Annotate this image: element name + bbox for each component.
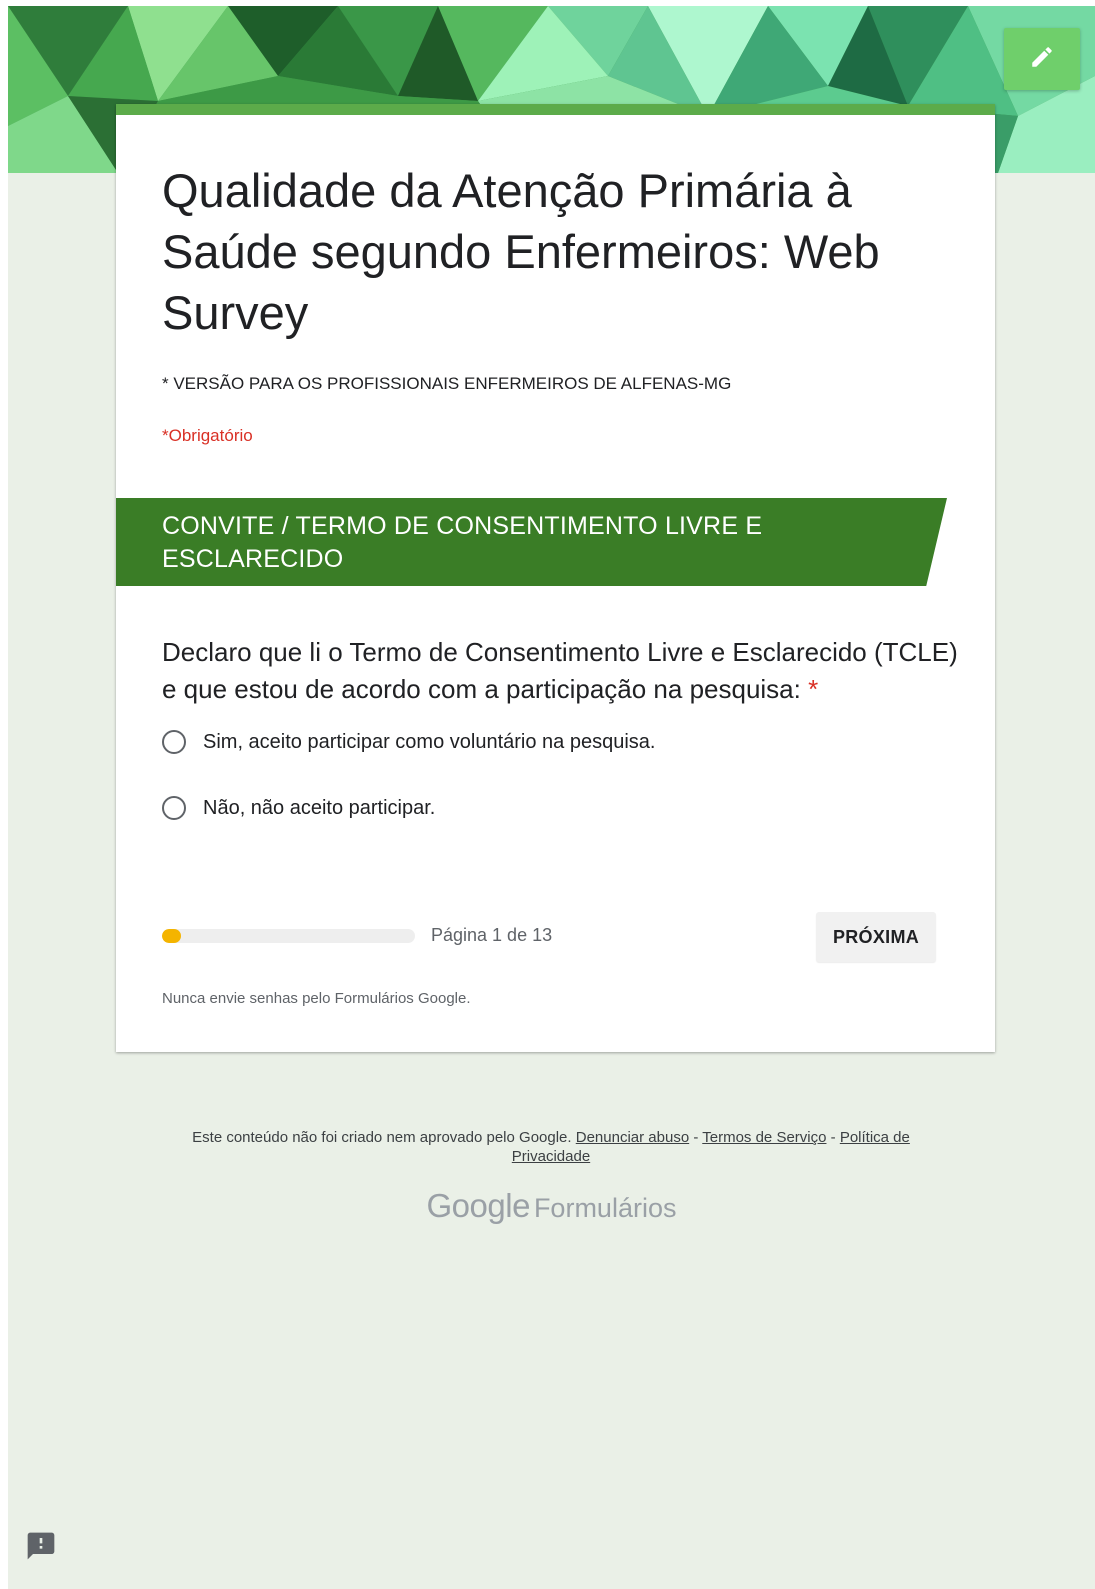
form-card: Qualidade da Atenção Primária à Saúde se…: [116, 104, 995, 1052]
form-title: Qualidade da Atenção Primária à Saúde se…: [162, 164, 880, 339]
brand-forms: Formulários: [533, 1193, 677, 1223]
progress-bar: [162, 929, 415, 943]
form-accent-bar: [116, 104, 995, 115]
option-label: Não, não aceito participar.: [203, 796, 436, 819]
disclaimer-text: Este conteúdo não foi criado nem aprovad…: [192, 1129, 572, 1146]
section-header: CONVITE / TERMO DE CONSENTIMENTO LIVRE E…: [116, 498, 947, 586]
footer-disclaimer: Este conteúdo não foi criado nem aprovad…: [156, 1128, 946, 1166]
password-warning: Nunca envie senhas pelo Formulários Goog…: [162, 990, 471, 1007]
required-note: *Obrigatório: [162, 426, 253, 445]
next-button[interactable]: PRÓXIMA: [816, 912, 936, 962]
required-asterisk: *: [808, 674, 819, 704]
brand-google: Google: [426, 1187, 531, 1224]
radio-button[interactable]: [162, 730, 186, 754]
separator: -: [830, 1129, 836, 1146]
progress-bar-fill: [162, 929, 182, 943]
feedback-button[interactable]: [25, 1530, 57, 1562]
page-background: Qualidade da Atenção Primária à Saúde se…: [8, 6, 1095, 1589]
radio-option-no[interactable]: Não, não aceito participar.: [162, 796, 435, 820]
terms-of-service-link[interactable]: Termos de Serviço: [702, 1129, 826, 1146]
google-forms-logo[interactable]: Google Formulários: [8, 1187, 1095, 1225]
separator: -: [693, 1129, 699, 1146]
progress-text: Página 1 de 13: [431, 925, 553, 945]
radio-option-yes[interactable]: Sim, aceito participar como voluntário n…: [162, 730, 655, 754]
form-description: * VERSÃO PARA OS PROFISSIONAIS ENFERMEIR…: [162, 374, 732, 393]
question-text: Declaro que li o Termo de Consentimento …: [162, 637, 958, 704]
pencil-icon: [1029, 44, 1055, 75]
edit-form-button[interactable]: [1004, 28, 1080, 90]
feedback-icon: [25, 1532, 57, 1566]
section-title: CONVITE / TERMO DE CONSENTIMENTO LIVRE E…: [162, 512, 763, 573]
radio-button[interactable]: [162, 796, 186, 820]
option-label: Sim, aceito participar como voluntário n…: [203, 730, 656, 753]
report-abuse-link[interactable]: Denunciar abuso: [576, 1129, 689, 1146]
question-title: Declaro que li o Termo de Consentimento …: [162, 634, 962, 708]
